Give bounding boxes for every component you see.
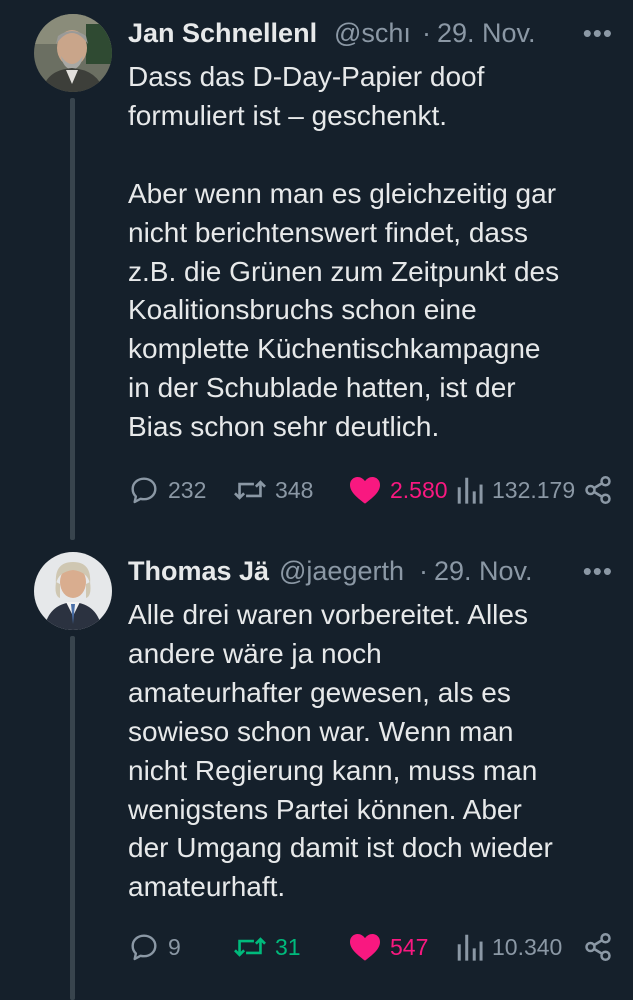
author-handle[interactable]: @schı [334, 18, 418, 49]
view-count: 10.340 [492, 933, 563, 960]
tweet-header: Jan Schnellenl @schı · 29. Nov. [128, 18, 613, 49]
heart-icon [350, 934, 380, 961]
avatar[interactable] [34, 14, 112, 92]
views-icon [457, 477, 483, 504]
more-options-icon[interactable]: ••• [583, 18, 613, 49]
share-button[interactable] [583, 927, 613, 967]
like-button[interactable]: 2.580 [348, 470, 448, 510]
views-icon [457, 934, 483, 961]
reply-icon [131, 477, 157, 504]
timestamp[interactable]: 29. Nov. [437, 18, 536, 49]
views-button[interactable]: 132.179 [456, 470, 575, 510]
profile-photo-icon [34, 14, 112, 92]
retweet-icon [234, 937, 266, 957]
author-name[interactable]: Thomas Jä [128, 556, 273, 587]
share-icon [585, 932, 611, 962]
avatar[interactable] [34, 552, 112, 630]
like-count: 547 [390, 933, 429, 960]
like-button[interactable]: 547 [348, 927, 428, 967]
retweet-button[interactable]: 31 [233, 927, 301, 967]
tweet[interactable]: Thomas Jä @jaegerth · 29. Nov. ••• Alle … [0, 540, 633, 1000]
separator: · [419, 556, 428, 586]
profile-photo-icon [34, 552, 112, 630]
share-button[interactable] [583, 470, 613, 510]
reply-button[interactable]: 9 [128, 927, 181, 967]
reply-icon [131, 934, 157, 961]
like-count: 2.580 [390, 476, 448, 503]
reply-button[interactable]: 232 [128, 470, 206, 510]
view-count: 132.179 [492, 476, 576, 503]
reply-count: 9 [168, 933, 181, 960]
action-bar: 9 31 547 10.340 [128, 927, 613, 967]
tweet-header: Thomas Jä @jaegerth · 29. Nov. [128, 556, 613, 587]
retweet-button[interactable]: 348 [233, 470, 313, 510]
tweet-text: Alle drei waren vorbereitet. Alles ander… [128, 599, 553, 903]
action-bar: 232 348 2.580 132.179 [128, 470, 613, 510]
author-handle[interactable]: @jaegerth [279, 556, 415, 587]
retweet-count: 348 [275, 476, 314, 503]
retweet-icon [234, 480, 266, 500]
separator: · [422, 18, 431, 48]
thread-line [70, 98, 75, 540]
reply-count: 232 [168, 476, 207, 503]
tweet[interactable]: Jan Schnellenl @schı · 29. Nov. ••• Dass… [0, 0, 633, 540]
views-button[interactable]: 10.340 [456, 927, 562, 967]
retweet-count: 31 [275, 933, 301, 960]
heart-icon [350, 477, 380, 504]
share-icon [585, 475, 611, 505]
author-name[interactable]: Jan Schnellenl [128, 18, 328, 49]
tweet-text: Dass das D-Day-Papier doof formuliert is… [128, 61, 560, 443]
timestamp[interactable]: 29. Nov. [434, 556, 533, 587]
thread-line [70, 636, 75, 1000]
more-options-icon[interactable]: ••• [583, 556, 613, 587]
